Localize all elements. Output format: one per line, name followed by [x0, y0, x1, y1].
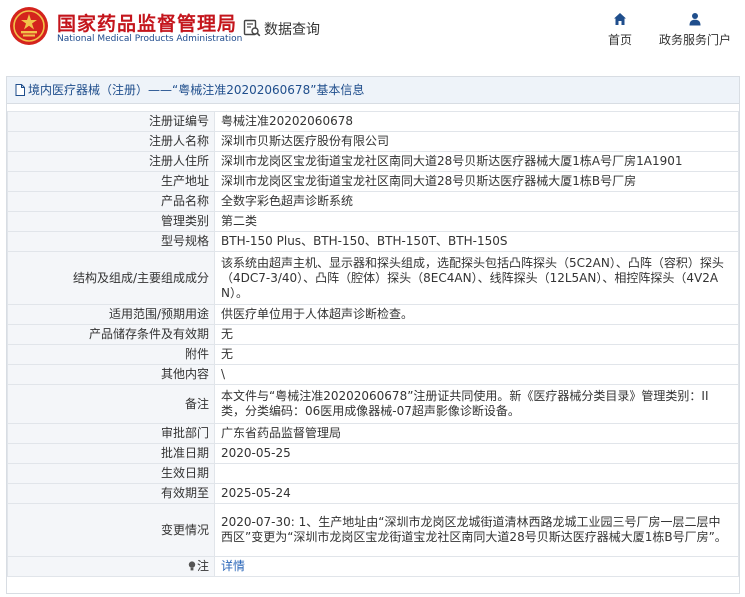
details-link[interactable]: 详情	[221, 559, 245, 573]
table-row: 有效期至 2025-05-24	[7, 483, 739, 504]
field-label: 结构及组成/主要组成成分	[7, 251, 215, 305]
field-value: 全数字彩色超声诊断系统	[214, 191, 739, 212]
brand-name-en: National Medical Products Administration	[57, 34, 243, 44]
field-value: 第二类	[214, 211, 739, 232]
table-row: 其他内容 \	[7, 364, 739, 385]
field-value: 深圳市贝斯达医疗股份有限公司	[214, 131, 739, 152]
field-label: 生产地址	[7, 171, 215, 192]
note-label: 注	[196, 559, 209, 573]
field-value: 2020-05-25	[214, 443, 739, 464]
table-row: 产品储存条件及有效期 无	[7, 324, 739, 345]
note-label-cell: 注	[7, 556, 215, 577]
field-value: 无	[214, 344, 739, 365]
table-row: 管理类别 第二类	[7, 211, 739, 232]
document-icon	[15, 84, 25, 96]
table-row: 批准日期 2020-05-25	[7, 443, 739, 464]
field-label: 注册证编号	[7, 111, 215, 132]
field-label: 产品名称	[7, 191, 215, 212]
panel-title: 境内医疗器械（注册）——“粤械注准20202060678”基本信息	[7, 77, 739, 104]
field-label: 审批部门	[7, 423, 215, 444]
table-row: 结构及组成/主要组成成分 该系统由超声主机、显示器和探头组成，选配探头包括凸阵探…	[7, 251, 739, 305]
table-row: 审批部门 广东省药品监督管理局	[7, 423, 739, 444]
data-query-icon[interactable]	[243, 19, 261, 37]
field-label: 产品储存条件及有效期	[7, 324, 215, 345]
field-label: 批准日期	[7, 443, 215, 464]
field-value: 粤械注准20202060678	[214, 111, 739, 132]
field-label: 生效日期	[7, 463, 215, 484]
table-row: 型号规格 BTH-150 Plus、BTH-150、BTH-150T、BTH-1…	[7, 231, 739, 252]
field-label: 注册人住所	[7, 151, 215, 172]
nav-service-portal[interactable]: 政务服务门户	[656, 12, 734, 48]
field-value: 无	[214, 324, 739, 345]
field-label: 型号规格	[7, 231, 215, 252]
field-value: BTH-150 Plus、BTH-150、BTH-150T、BTH-150S	[214, 231, 739, 252]
table-row: 注册人住所 深圳市龙岗区宝龙街道宝龙社区南同大道28号贝斯达医疗器械大厦1栋A号…	[7, 151, 739, 172]
field-label: 有效期至	[7, 483, 215, 504]
field-value: 供医疗单位用于人体超声诊断检查。	[214, 304, 739, 325]
nav-home[interactable]: 首页	[600, 12, 640, 48]
field-value: 2020-07-30: 1、生产地址由“深圳市龙岗区龙城街道清林西路龙城工业园三…	[214, 503, 739, 557]
field-value: 广东省药品监督管理局	[214, 423, 739, 444]
field-label: 变更情况	[7, 503, 215, 557]
table-row: 产品名称 全数字彩色超声诊断系统	[7, 191, 739, 212]
field-value: \	[214, 364, 739, 385]
table-row: 附件 无	[7, 344, 739, 365]
brand-name-cn: 国家药品监督管理局	[57, 13, 238, 35]
lightbulb-icon	[188, 561, 196, 571]
field-value: 深圳市龙岗区宝龙街道宝龙社区南同大道28号贝斯达医疗器械大厦1栋A号厂房1A19…	[214, 151, 739, 172]
table-row: 变更情况 2020-07-30: 1、生产地址由“深圳市龙岗区龙城街道清林西路龙…	[7, 503, 739, 557]
table-row: 适用范围/预期用途 供医疗单位用于人体超声诊断检查。	[7, 304, 739, 325]
field-label: 附件	[7, 344, 215, 365]
field-value	[214, 463, 739, 484]
field-value: 深圳市龙岗区宝龙街道宝龙社区南同大道28号贝斯达医疗器械大厦1栋B号厂房	[214, 171, 739, 192]
user-icon	[689, 13, 701, 26]
note-value-cell: 详情	[214, 556, 739, 577]
panel-title-text: 境内医疗器械（注册）——“粤械注准20202060678”基本信息	[28, 83, 365, 97]
table-row-note: 注 详情	[7, 556, 739, 577]
table-row: 注册证编号 粤械注准20202060678	[7, 111, 739, 132]
info-table: 注册证编号 粤械注准20202060678 注册人名称 深圳市贝斯达医疗股份有限…	[7, 111, 739, 577]
field-value: 2025-05-24	[214, 483, 739, 504]
field-label: 注册人名称	[7, 131, 215, 152]
nav-service-portal-label: 政务服务门户	[658, 33, 731, 47]
basic-info-panel: 境内医疗器械（注册）——“粤械注准20202060678”基本信息 注册证编号 …	[6, 76, 740, 594]
field-label: 管理类别	[7, 211, 215, 232]
field-label: 其他内容	[7, 364, 215, 385]
table-row: 生效日期	[7, 463, 739, 484]
nav-home-label: 首页	[607, 33, 632, 47]
table-row: 备注 本文件与“粤械注准20202060678”注册证共同使用。新《医疗器械分类…	[7, 384, 739, 424]
data-query-label[interactable]: 数据查询	[264, 19, 320, 39]
field-value: 该系统由超声主机、显示器和探头组成，选配探头包括凸阵探头（5C2AN）、凸阵（容…	[214, 251, 739, 305]
table-row: 注册人名称 深圳市贝斯达医疗股份有限公司	[7, 131, 739, 152]
field-label: 适用范围/预期用途	[7, 304, 215, 325]
field-value: 本文件与“粤械注准20202060678”注册证共同使用。新《医疗器械分类目录》…	[214, 384, 739, 424]
table-row: 生产地址 深圳市龙岗区宝龙街道宝龙社区南同大道28号贝斯达医疗器械大厦1栋B号厂…	[7, 171, 739, 192]
site-header: 国家药品监督管理局 National Medical Products Admi…	[0, 0, 745, 64]
field-label: 备注	[7, 384, 215, 424]
national-emblem-logo[interactable]	[9, 6, 49, 46]
home-icon	[614, 13, 626, 25]
